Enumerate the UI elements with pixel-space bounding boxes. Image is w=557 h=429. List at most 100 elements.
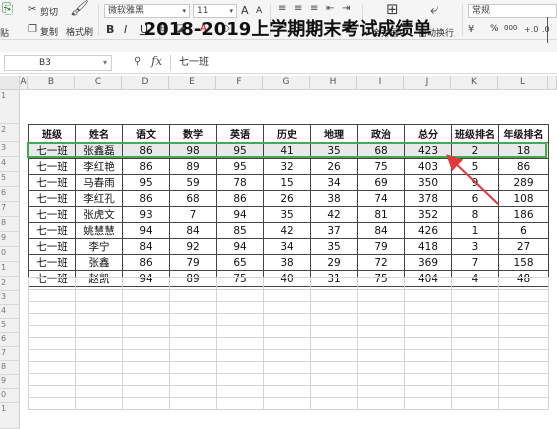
empty-cell[interactable] <box>75 313 123 326</box>
table-cell[interactable]: 38 <box>310 190 358 207</box>
empty-cell[interactable] <box>263 289 311 302</box>
table-cell[interactable]: 张鑫磊 <box>75 142 123 159</box>
row-header[interactable]: 7 <box>0 202 20 217</box>
paste-label[interactable]: 贴 <box>0 26 9 39</box>
empty-cell[interactable] <box>263 301 311 314</box>
table-cell[interactable]: 81 <box>357 206 405 223</box>
table-cell[interactable]: 3 <box>451 238 499 255</box>
empty-cell[interactable] <box>451 277 499 290</box>
empty-cell[interactable] <box>75 397 123 410</box>
empty-cell[interactable] <box>310 397 358 410</box>
empty-cell[interactable] <box>169 301 217 314</box>
empty-cell[interactable] <box>310 385 358 398</box>
row-header[interactable]: 0 <box>0 247 20 262</box>
table-cell[interactable]: 6 <box>451 190 499 207</box>
column-header-d[interactable]: D <box>122 76 169 90</box>
empty-cell[interactable] <box>75 385 123 398</box>
empty-cell[interactable] <box>28 349 76 362</box>
empty-cell[interactable] <box>28 301 76 314</box>
table-cell[interactable]: 李宁 <box>75 238 123 255</box>
column-heading[interactable]: 地理 <box>310 124 358 143</box>
table-cell[interactable]: 35 <box>263 206 311 223</box>
table-cell[interactable]: 84 <box>169 222 217 239</box>
font-name-select[interactable]: 微软雅黑 ▾ <box>104 4 190 18</box>
empty-cell[interactable] <box>310 277 358 290</box>
table-cell[interactable]: 张虎文 <box>75 206 123 223</box>
empty-cell[interactable] <box>404 337 452 350</box>
empty-cell[interactable] <box>169 361 217 374</box>
table-cell[interactable]: 158 <box>498 254 549 271</box>
empty-cell[interactable] <box>310 325 358 338</box>
empty-cell[interactable] <box>404 349 452 362</box>
empty-cell[interactable] <box>75 277 123 290</box>
empty-cell[interactable] <box>28 361 76 374</box>
empty-cell[interactable] <box>263 277 311 290</box>
row-header[interactable]: 8 <box>0 361 20 375</box>
table-cell[interactable]: 65 <box>216 254 264 271</box>
table-cell[interactable]: 95 <box>216 142 264 159</box>
table-cell[interactable]: 92 <box>169 238 217 255</box>
table-cell[interactable]: 七一班 <box>28 254 76 271</box>
empty-cell[interactable] <box>263 337 311 350</box>
column-header-e[interactable]: E <box>169 76 216 90</box>
empty-cell[interactable] <box>451 373 499 386</box>
empty-cell[interactable] <box>357 373 405 386</box>
table-cell[interactable]: 78 <box>216 174 264 191</box>
empty-cell[interactable] <box>75 301 123 314</box>
empty-cell[interactable] <box>404 289 452 302</box>
table-cell[interactable]: 75 <box>357 158 405 175</box>
empty-cell[interactable] <box>498 349 549 362</box>
row-header[interactable]: 2 <box>0 124 20 142</box>
empty-cell[interactable] <box>451 397 499 410</box>
column-heading[interactable]: 年级排名 <box>498 124 549 143</box>
empty-cell[interactable] <box>451 325 499 338</box>
empty-cell[interactable] <box>122 301 170 314</box>
column-header-f[interactable]: F <box>216 76 263 90</box>
empty-cell[interactable] <box>28 337 76 350</box>
row-header[interactable]: 0 <box>0 389 20 403</box>
empty-cell[interactable] <box>451 361 499 374</box>
table-cell[interactable]: 42 <box>263 222 311 239</box>
font-size-select[interactable]: 11 ▾ <box>193 4 237 18</box>
empty-cell[interactable] <box>216 289 264 302</box>
column-heading[interactable]: 英语 <box>216 124 264 143</box>
empty-cell[interactable] <box>404 313 452 326</box>
sheet-title[interactable]: 2018-2019上学期期末考试成绩单 <box>28 17 548 43</box>
empty-cell[interactable] <box>263 361 311 374</box>
empty-cell[interactable] <box>451 385 499 398</box>
empty-cell[interactable] <box>122 361 170 374</box>
empty-cell[interactable] <box>263 325 311 338</box>
column-heading[interactable]: 政治 <box>357 124 405 143</box>
empty-cell[interactable] <box>357 277 405 290</box>
empty-cell[interactable] <box>310 301 358 314</box>
empty-cell[interactable] <box>263 349 311 362</box>
table-cell[interactable]: 94 <box>122 222 170 239</box>
table-cell[interactable]: 94 <box>216 238 264 255</box>
table-cell[interactable]: 6 <box>498 222 549 239</box>
column-header-g[interactable]: G <box>263 76 310 90</box>
table-cell[interactable]: 350 <box>404 174 452 191</box>
row-header[interactable]: 4 <box>0 305 20 319</box>
empty-cell[interactable] <box>28 385 76 398</box>
empty-cell[interactable] <box>357 385 405 398</box>
column-heading[interactable]: 姓名 <box>75 124 123 143</box>
table-cell[interactable]: 72 <box>357 254 405 271</box>
empty-cell[interactable] <box>404 277 452 290</box>
table-cell[interactable]: 86 <box>216 190 264 207</box>
column-header-c[interactable]: C <box>75 76 122 90</box>
indent-decrease-icon[interactable]: ⇤ <box>326 3 334 15</box>
empty-cell[interactable] <box>122 373 170 386</box>
empty-cell[interactable] <box>310 373 358 386</box>
table-cell[interactable]: 79 <box>357 238 405 255</box>
table-cell[interactable]: 369 <box>404 254 452 271</box>
column-heading[interactable]: 历史 <box>263 124 311 143</box>
format-painter-icon[interactable]: 🖌 <box>70 1 89 16</box>
empty-cell[interactable] <box>169 349 217 362</box>
empty-cell[interactable] <box>263 397 311 410</box>
table-cell[interactable]: 9 <box>451 174 499 191</box>
table-cell[interactable]: 86 <box>122 158 170 175</box>
table-cell[interactable]: 7 <box>169 206 217 223</box>
empty-cell[interactable] <box>75 289 123 302</box>
empty-cell[interactable] <box>310 313 358 326</box>
scissors-icon[interactable]: ✂ <box>28 4 36 16</box>
